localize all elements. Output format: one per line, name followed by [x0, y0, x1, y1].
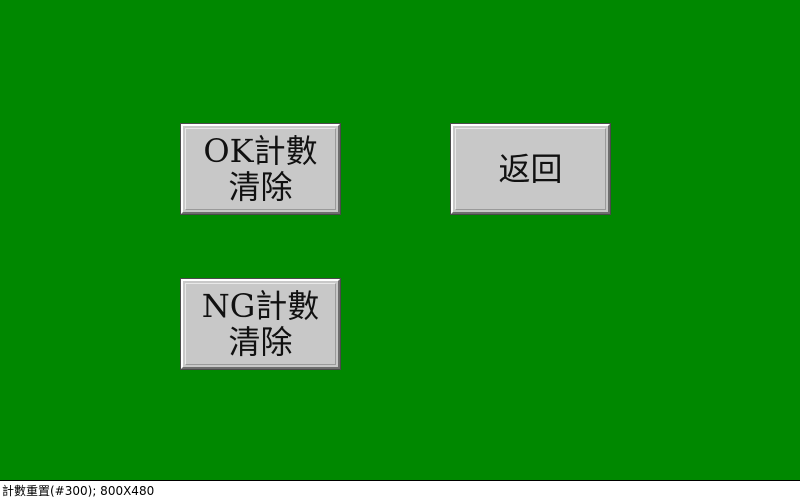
status-bar-text: 計數重置(#300); 800X480 [2, 484, 155, 498]
back-button[interactable]: 返回 [450, 123, 611, 215]
ok-count-clear-button[interactable]: OK計數 清除 [180, 123, 341, 215]
status-bar: 計數重置(#300); 800X480 [0, 480, 800, 502]
ok-count-clear-label: OK計數 清除 [203, 132, 318, 206]
back-label: 返回 [498, 150, 563, 188]
ng-count-clear-button[interactable]: NG計數 清除 [180, 278, 341, 370]
ng-count-clear-label: NG計數 清除 [201, 287, 320, 361]
hmi-screen: OK計數 清除 返回 NG計數 清除 [0, 0, 800, 480]
